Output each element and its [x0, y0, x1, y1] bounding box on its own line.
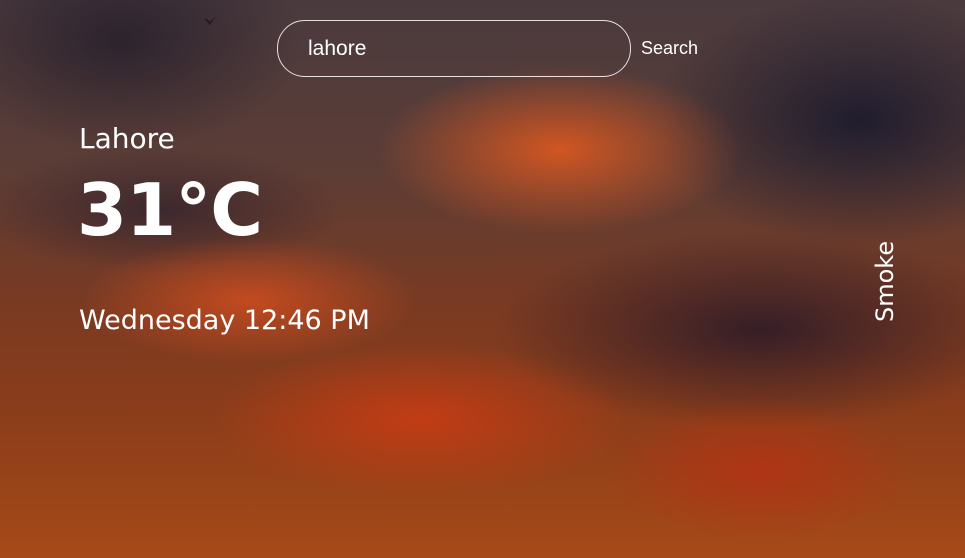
date-time: Wednesday 12:46 PM — [79, 305, 370, 336]
bird-icon — [204, 17, 216, 25]
search-bar: Search — [277, 20, 698, 77]
weather-condition: Smoke — [871, 240, 899, 322]
search-button[interactable]: Search — [641, 38, 698, 59]
temperature: 31°C — [77, 168, 263, 252]
search-input[interactable] — [277, 20, 631, 77]
city-name: Lahore — [79, 122, 175, 155]
